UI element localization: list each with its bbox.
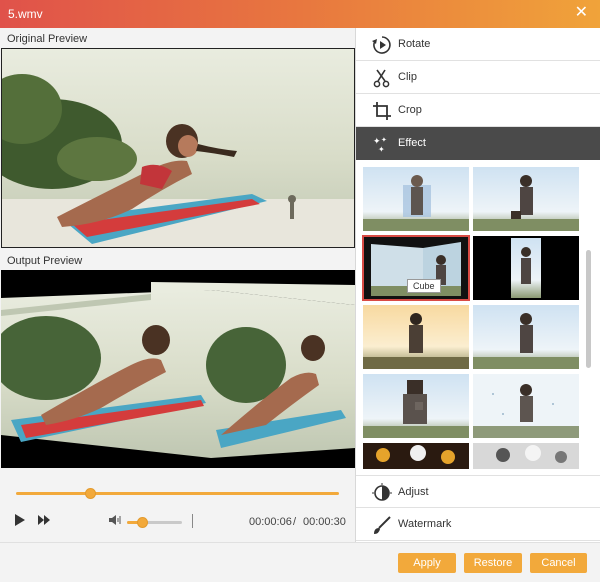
edit-panel: Rotate Clip Crop ✦ ✦ ✦ Effect Cube Adjus… (356, 28, 600, 542)
rotate-icon (372, 35, 392, 55)
menu-label: Rotate (398, 38, 431, 50)
output-preview-label: Output Preview (7, 255, 83, 267)
close-icon[interactable]: ✕ (575, 4, 588, 22)
effect-icon: ✦ ✦ ✦ (372, 134, 392, 154)
title-bar: 5.wmv ✕ (0, 0, 600, 28)
cancel-button[interactable]: Cancel (530, 553, 587, 573)
effects-scrollbar[interactable] (586, 250, 591, 368)
volume-slider[interactable] (127, 521, 182, 524)
menu-label: Crop (398, 104, 422, 116)
progress-slider[interactable] (16, 492, 339, 495)
preview-pane: Original Preview Output Preview 00:00:06… (0, 28, 356, 542)
menu-label: Effect (398, 137, 426, 149)
fast-forward-icon[interactable] (38, 515, 50, 528)
time-separator: / (293, 516, 297, 528)
menu-crop[interactable]: Crop (356, 94, 600, 127)
volume-icon[interactable] (108, 514, 122, 529)
effect-thumbnail[interactable] (363, 374, 469, 438)
effect-thumbnail[interactable] (363, 305, 469, 369)
menu-label: Adjust (398, 486, 429, 498)
effect-thumbnail[interactable] (473, 305, 579, 369)
effect-thumbnail-cube[interactable]: Cube (362, 235, 470, 301)
progress-handle[interactable] (85, 488, 97, 499)
effect-thumbnail[interactable] (473, 374, 579, 438)
play-icon[interactable] (14, 513, 26, 530)
menu-rotate[interactable]: Rotate (356, 28, 600, 61)
restore-button[interactable]: Restore (464, 553, 522, 573)
window-title: 5.wmv (8, 7, 43, 21)
menu-label: Watermark (398, 518, 452, 530)
svg-text:✦: ✦ (378, 145, 385, 154)
effect-thumbnail[interactable] (473, 167, 579, 231)
menu-adjust[interactable]: Adjust (356, 475, 600, 508)
output-preview (1, 270, 355, 468)
divider (192, 514, 193, 528)
menu-clip[interactable]: Clip (356, 61, 600, 94)
brush-icon (372, 515, 392, 535)
crop-icon (372, 101, 392, 121)
menu-watermark[interactable]: Watermark (356, 508, 600, 541)
svg-text:✦: ✦ (381, 136, 387, 144)
dialog-footer: Apply Restore Cancel (0, 542, 600, 582)
current-time: 00:00:06 (249, 516, 292, 528)
menu-label: Clip (398, 71, 417, 83)
scissors-icon (372, 68, 392, 88)
total-time: 00:00:30 (303, 516, 346, 528)
original-preview (1, 48, 355, 248)
adjust-icon (372, 483, 392, 503)
effect-thumbnail[interactable] (473, 236, 579, 300)
apply-button[interactable]: Apply (398, 553, 456, 573)
menu-effect[interactable]: ✦ ✦ ✦ Effect (356, 127, 600, 160)
original-preview-label: Original Preview (7, 33, 88, 45)
effect-thumbnail[interactable] (363, 443, 469, 469)
effect-thumbnail[interactable] (473, 443, 579, 469)
effect-thumbnail[interactable] (363, 167, 469, 231)
effect-tooltip: Cube (407, 279, 441, 293)
effects-grid: Cube (356, 161, 600, 469)
volume-handle[interactable] (137, 517, 149, 528)
